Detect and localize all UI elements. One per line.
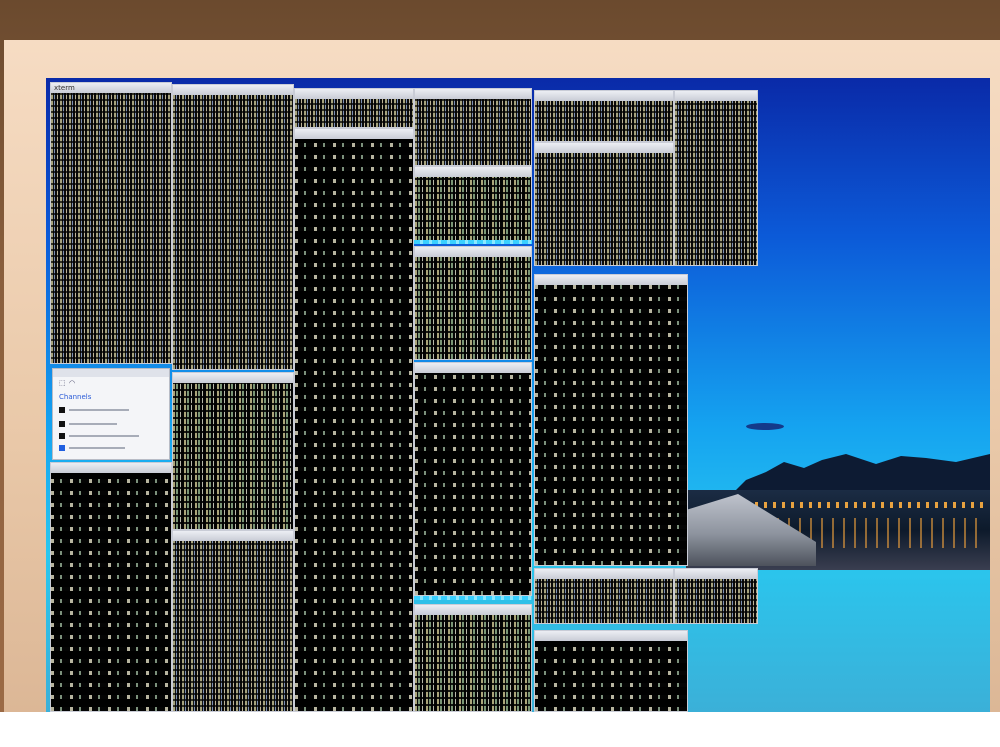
window-titlebar[interactable] [295, 89, 413, 99]
terminal-window[interactable] [50, 462, 172, 712]
panel-titlebar[interactable] [53, 369, 169, 377]
window-titlebar[interactable] [415, 247, 531, 257]
terminal-output[interactable] [535, 101, 673, 141]
window-titlebar[interactable] [535, 569, 673, 579]
terminal-output[interactable] [535, 641, 687, 711]
channels-panel[interactable]: ⬚ ◠ Channels [52, 368, 170, 460]
window-titlebar[interactable] [173, 85, 293, 95]
terminal-output[interactable] [415, 99, 531, 165]
terminal-window[interactable] [294, 88, 414, 128]
terminal-window[interactable] [534, 630, 688, 712]
window-titlebar[interactable] [535, 631, 687, 641]
terminal-output[interactable] [535, 153, 673, 265]
terminal-window[interactable] [172, 372, 294, 530]
window-titlebar[interactable] [415, 605, 531, 615]
terminal-window[interactable]: xterm [50, 82, 172, 364]
window-titlebar[interactable] [173, 373, 293, 383]
window-titlebar[interactable] [173, 531, 293, 541]
image-padding [0, 712, 1000, 747]
hand-tool-icon[interactable]: ⬚ [59, 379, 66, 387]
lasso-tool-icon[interactable]: ◠ [69, 379, 75, 387]
terminal-window[interactable] [414, 166, 532, 242]
terminal-window[interactable] [172, 84, 294, 370]
terminal-window[interactable] [534, 274, 688, 566]
terminal-window[interactable] [534, 568, 674, 624]
wallpaper-city-lights [746, 502, 986, 508]
terminal-output[interactable] [51, 93, 171, 363]
terminal-output[interactable] [173, 383, 293, 529]
terminal-output[interactable] [295, 99, 413, 127]
window-titlebar[interactable]: xterm [51, 83, 171, 93]
wallpaper-cloud [746, 423, 784, 430]
channel-row[interactable] [69, 409, 129, 411]
channel-swatch[interactable] [59, 445, 65, 451]
terminal-window[interactable] [414, 88, 532, 166]
window-titlebar[interactable] [415, 363, 531, 373]
terminal-output[interactable] [415, 257, 531, 359]
terminal-output[interactable] [675, 101, 757, 265]
window-titlebar[interactable] [675, 569, 757, 579]
window-selection-strip [414, 596, 532, 600]
monitor-screen: xterm ⬚ ◠ Channels [46, 78, 990, 712]
panel-label: Channels [59, 393, 92, 401]
terminal-output[interactable] [535, 285, 687, 565]
window-titlebar[interactable] [415, 167, 531, 177]
channel-swatch[interactable] [59, 407, 65, 413]
photo-scene: xterm ⬚ ◠ Channels [0, 0, 1000, 712]
terminal-window[interactable] [534, 142, 674, 266]
terminal-output[interactable] [415, 373, 531, 595]
terminal-output[interactable] [415, 615, 531, 711]
terminal-window[interactable] [172, 530, 294, 712]
window-titlebar[interactable] [51, 463, 171, 473]
terminal-output[interactable] [51, 473, 171, 711]
terminal-window[interactable] [294, 128, 414, 712]
terminal-window[interactable] [414, 246, 532, 360]
channel-row[interactable] [69, 447, 125, 449]
terminal-output[interactable] [675, 579, 757, 623]
window-titlebar[interactable] [295, 129, 413, 139]
terminal-window[interactable] [414, 604, 532, 712]
window-titlebar[interactable] [535, 143, 673, 153]
window-titlebar[interactable] [535, 91, 673, 101]
terminal-output[interactable] [173, 541, 293, 711]
terminal-window[interactable] [674, 568, 758, 624]
channel-swatch[interactable] [59, 433, 65, 439]
terminal-output[interactable] [415, 177, 531, 241]
window-titlebar[interactable] [535, 275, 687, 285]
window-titlebar[interactable] [675, 91, 757, 101]
channel-row[interactable] [69, 423, 117, 425]
terminal-output[interactable] [295, 139, 413, 711]
terminal-output[interactable] [173, 95, 293, 369]
channel-swatch[interactable] [59, 421, 65, 427]
window-titlebar[interactable] [415, 89, 531, 99]
channel-row[interactable] [69, 435, 139, 437]
terminal-window[interactable] [534, 90, 674, 142]
terminal-output[interactable] [535, 579, 673, 623]
window-selection-strip [414, 240, 532, 244]
terminal-window[interactable] [674, 90, 758, 266]
terminal-window[interactable] [414, 362, 532, 596]
